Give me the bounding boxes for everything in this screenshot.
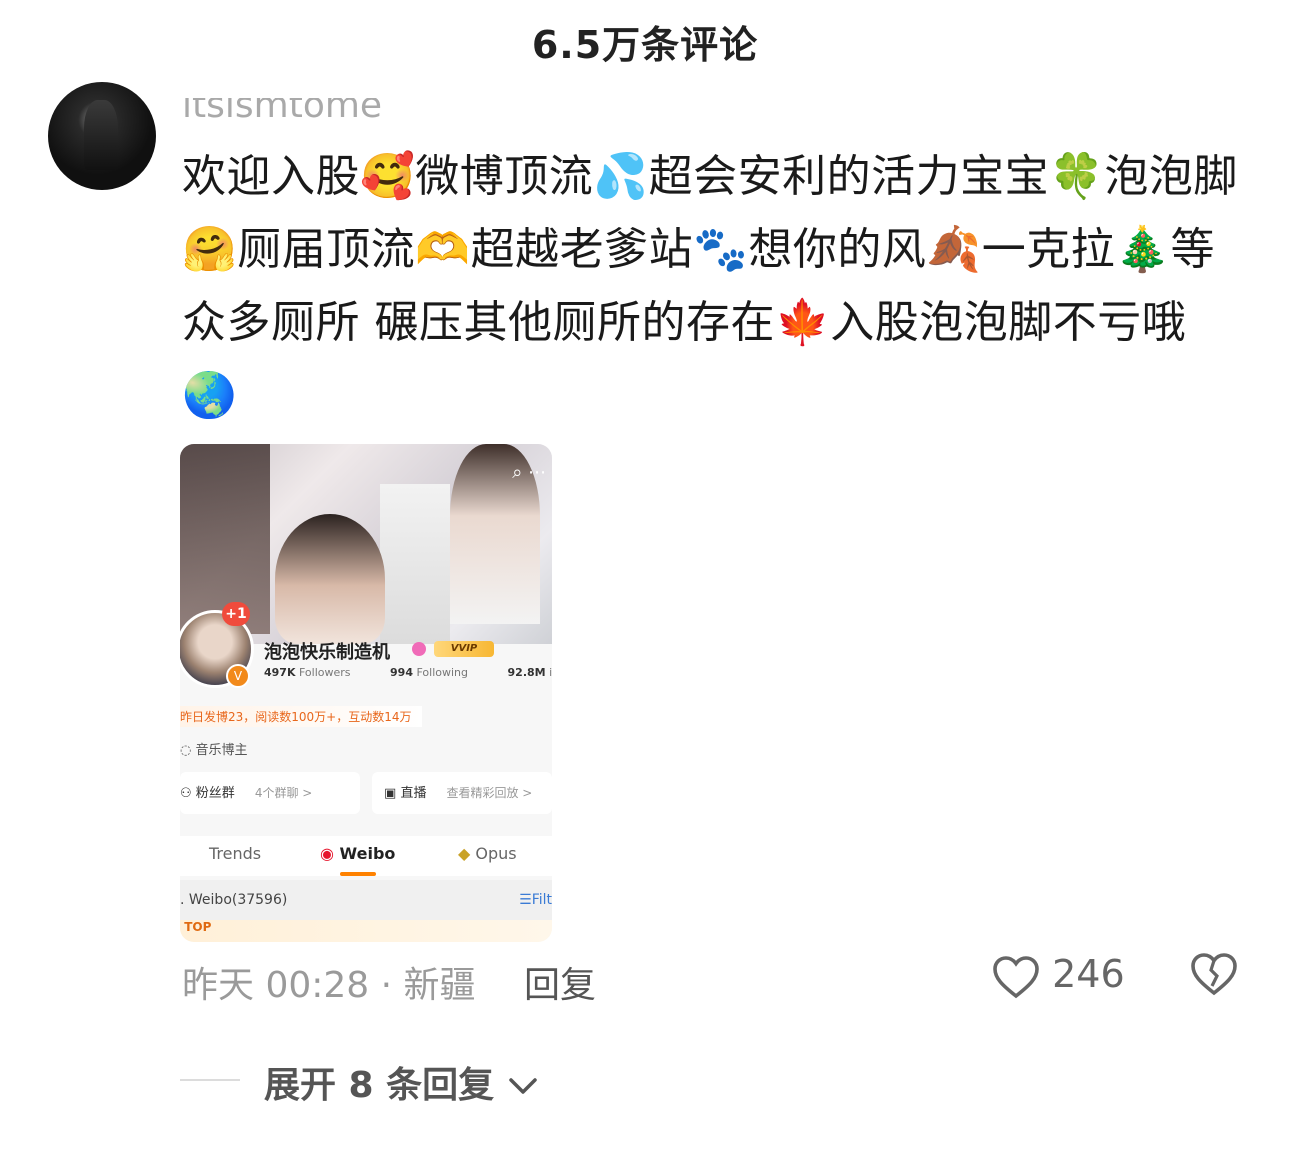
tab-opus: ◆ Opus [458,844,517,863]
opus-icon: ◆ [458,844,471,863]
comment-segment: 一克拉 [981,224,1116,275]
comment-segment: 超会安利的活力宝宝 [648,151,1050,202]
heart-hands-emoji-icon: 🫶 [415,224,471,275]
comment-segment: 入股泡泡脚不亏哦 [830,297,1187,348]
reply-button[interactable]: 回复 [524,956,596,1008]
live-icon: ▣ [384,786,397,801]
profile-name: 泡泡快乐制造机 [264,642,390,663]
live-button: ▣ 直播 查看精彩回放 > [372,772,552,814]
comment-segment: 欢迎入股 [182,151,360,202]
fallen-leaf-emoji-icon: 🍂 [926,224,982,275]
verified-icon: V [226,664,250,688]
weibo-icon: ◉ [320,844,334,863]
divider [180,1079,240,1081]
profile-stats: 497K Followers 994 Following 92.8M inter… [264,666,552,679]
like-count: 246 [1052,952,1125,996]
clover-emoji-icon: 🍀 [1049,151,1105,202]
filter-icon: ☰ [519,892,532,908]
username[interactable]: itsismtome [182,98,382,128]
group-icon: ⚇ [180,786,192,801]
sweat-droplets-emoji-icon: 💦 [593,151,649,202]
tab-weibo: ◉ Weibo [320,844,396,863]
comment-segment: 想你的风 [748,224,927,275]
active-tab-indicator [340,872,376,876]
christmas-tree-emoji-icon: 🎄 [1115,224,1171,275]
like-button[interactable]: 246 [992,952,1125,999]
plus-badge: +1 [222,602,250,626]
tab-trends: Trends [209,844,262,863]
comment-segment: 泡泡脚 [1104,151,1238,202]
expand-replies-button[interactable]: 展开 8 条回复 [264,1056,539,1108]
comments-count-title: 6.5万条评论 [531,23,759,67]
search-and-more-icon: ⌕ ⋯ [512,462,546,483]
paw-prints-emoji-icon: 🐾 [693,224,749,275]
heart-icon [992,952,1052,998]
comment-segment: 超越老爹站 [470,224,694,275]
comment-image-card[interactable]: ⌕ ⋯ +1 V 泡泡快乐制造机 VVIP 497K Followers 994… [180,444,552,942]
maple-leaf-emoji-icon: 🍁 [775,297,831,348]
dislike-button[interactable] [1190,952,1238,996]
smiling-hearts-emoji-icon: 🥰 [360,151,416,202]
comment-meta: 昨天 00:28 · 新疆 [182,965,476,1006]
globe-emoji-icon: 🌏 [182,370,238,421]
comment-text: 欢迎入股🥰微博顶流💦超会安利的活力宝宝🍀泡泡脚 🤗厕届顶流🫶超越老爹站🐾想你的风🍂… [182,140,1252,432]
top-label: TOP [180,920,552,942]
fans-group-button: ⚇ 粉丝群 4个群聊 > [180,772,360,814]
vvip-badge: VVIP [434,641,494,657]
comment-segment: 微博顶流 [415,151,594,202]
hugging-emoji-icon: 🤗 [182,224,238,275]
avatar[interactable] [48,82,156,190]
filter-button: ☰Filt [519,892,552,908]
stats-banner: 昨日发博23，阅读数100万+，互动数14万 [180,706,422,727]
profile-tabs: Trends ◉ Weibo ◆ Opus [180,836,552,876]
badge-icon [412,642,426,656]
comment-segment: 厕届顶流 [237,224,416,275]
weibo-count-row: . Weibo(37596) ☰Filt [180,880,552,920]
chevron-down-icon [507,1065,539,1106]
profile-tag: ◌ 音乐博主 [180,743,248,758]
broken-heart-icon [1190,953,1238,996]
